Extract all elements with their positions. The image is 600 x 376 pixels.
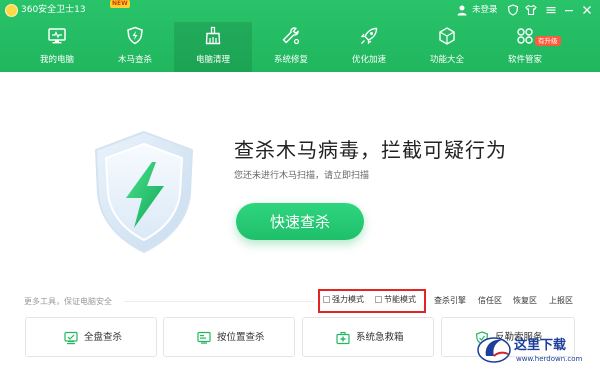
checkbox-icon <box>323 296 330 303</box>
nav-label: 功能大全 <box>429 55 464 65</box>
tool-label: 系统急救箱 <box>356 332 404 343</box>
scan-engine-link[interactable]: 查杀引擎 <box>434 295 466 306</box>
divider <box>124 301 314 302</box>
new-badge: NEW <box>110 0 130 8</box>
nav-system-repair[interactable]: 系统修复 <box>252 22 330 72</box>
nav-label: 我的电脑 <box>39 55 74 65</box>
hero-subtitle: 您还未进行木马扫描，请立即扫描 <box>234 171 370 181</box>
location-scan-icon <box>197 331 211 344</box>
strong-mode-checkbox[interactable]: 强力模式 <box>323 294 364 306</box>
titlebar: 360安全卫士13 NEW 未登录 <box>0 0 600 20</box>
first-aid-icon <box>336 331 350 345</box>
watermark-text: 这里下载 <box>514 338 567 353</box>
quick-scan-button[interactable]: 快速查杀 <box>236 203 364 240</box>
shield-bolt-icon <box>127 26 143 45</box>
strong-mode-label: 强力模式 <box>332 295 364 304</box>
nav-label: 系统修复 <box>273 55 308 65</box>
hero-title: 查杀木马病毒，拦截可疑行为 <box>234 138 507 162</box>
full-scan-icon <box>64 331 78 345</box>
user-icon[interactable] <box>456 4 468 16</box>
system-first-aid-button[interactable]: 系统急救箱 <box>302 317 434 357</box>
shield-outline-icon[interactable] <box>507 4 519 16</box>
monitor-icon <box>48 28 66 44</box>
tool-label: 全盘查杀 <box>84 332 123 343</box>
saving-mode-checkbox[interactable]: 节能模式 <box>375 294 416 306</box>
watermark-logo-icon <box>477 337 511 363</box>
full-scan-button[interactable]: 全盘查杀 <box>25 317 157 357</box>
broom-icon <box>205 26 221 45</box>
checkbox-icon <box>375 296 382 303</box>
login-link[interactable]: 未登录 <box>472 4 498 16</box>
watermark-url: www.herdown.com <box>516 355 583 363</box>
nav-label: 木马查杀 <box>117 55 152 65</box>
nav-label: 优化加速 <box>351 55 386 65</box>
apps-icon <box>439 27 455 45</box>
tool-label: 按位置查杀 <box>217 332 265 343</box>
nav-my-computer[interactable]: 我的电脑 <box>18 22 96 72</box>
saving-mode-label: 节能模式 <box>384 295 416 304</box>
wrench-icon <box>282 27 300 45</box>
shield-hero-icon <box>94 130 194 254</box>
trust-zone-link[interactable]: 信任区 <box>478 295 502 306</box>
nav-pc-cleanup[interactable]: 电脑清理 <box>174 22 252 72</box>
report-zone-link[interactable]: 上报区 <box>549 295 573 306</box>
app-title: 360安全卫士13 <box>21 5 86 15</box>
location-scan-button[interactable]: 按位置查杀 <box>163 317 295 357</box>
nav-trojan-scan[interactable]: 木马查杀 <box>96 22 174 72</box>
nav-optimize[interactable]: 优化加速 <box>330 22 408 72</box>
nav-software-manager[interactable]: 有升级 软件管家 <box>486 22 564 72</box>
rocket-icon <box>360 27 378 45</box>
nav-label: 软件管家 <box>507 55 542 65</box>
skin-icon[interactable] <box>525 4 537 16</box>
app-logo-icon <box>5 4 18 17</box>
close-icon[interactable] <box>581 4 593 16</box>
header: 360安全卫士13 NEW 未登录 我的电脑 木马查杀 电脑清理 系统修复 优化… <box>0 0 600 72</box>
main-nav: 我的电脑 木马查杀 电脑清理 系统修复 优化加速 功能大全 有升级 软件管家 <box>18 22 582 72</box>
menu-icon[interactable] <box>545 4 557 16</box>
nav-label: 电脑清理 <box>195 55 230 65</box>
software-icon <box>517 28 533 44</box>
restore-zone-link[interactable]: 恢复区 <box>513 295 537 306</box>
nav-all-features[interactable]: 功能大全 <box>408 22 486 72</box>
upgrade-badge: 有升级 <box>535 36 561 46</box>
minimize-icon[interactable] <box>563 4 575 16</box>
more-tools-label: 更多工具，保证电脑安全 <box>24 297 112 306</box>
